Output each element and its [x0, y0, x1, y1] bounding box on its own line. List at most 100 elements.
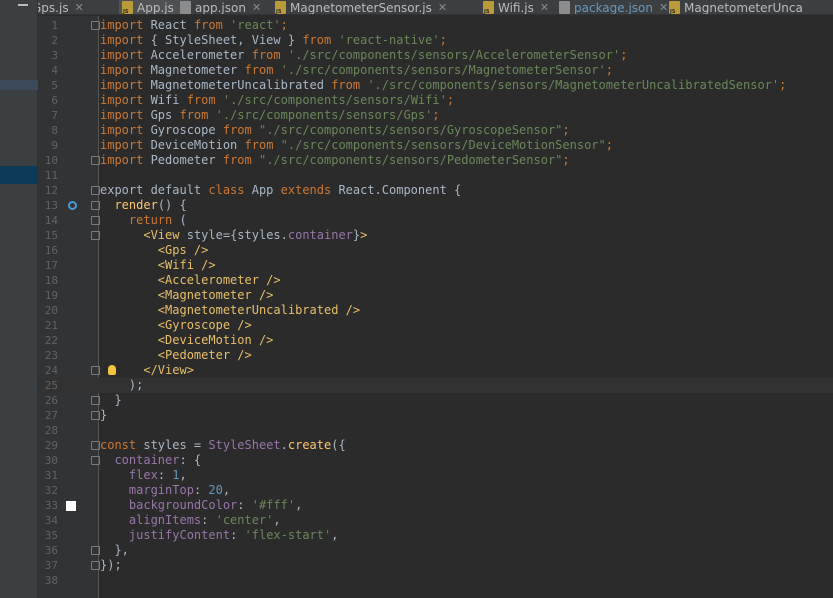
line-number[interactable]: 26	[38, 393, 58, 408]
tab-gps-js[interactable]: Gps.js ✕	[38, 0, 84, 15]
close-tab-icon[interactable]: ✕	[75, 1, 84, 14]
tab-magnetometersensor-js[interactable]: MagnetometerSensor.js ✕	[272, 0, 447, 14]
fold-toggle-icon[interactable]	[91, 21, 100, 30]
line-number[interactable]: 17	[38, 258, 58, 273]
line-number[interactable]: 19	[38, 288, 58, 303]
code-line[interactable]: 38	[38, 573, 833, 588]
line-number[interactable]: 22	[38, 333, 58, 348]
code-line[interactable]: 8 import Gyroscope from "./src/components…	[38, 123, 833, 138]
line-number[interactable]: 34	[38, 513, 58, 528]
line-number[interactable]: 21	[38, 318, 58, 333]
project-tree-active-item[interactable]	[0, 166, 38, 184]
fold-toggle-icon[interactable]	[91, 411, 100, 420]
line-number[interactable]: 31	[38, 468, 58, 483]
code-line[interactable]: 11	[38, 168, 833, 183]
color-swatch-icon[interactable]	[66, 501, 76, 511]
line-number[interactable]: 27	[38, 408, 58, 423]
code-line[interactable]: 5 import MagnetometerUncalibrated from '.…	[38, 78, 833, 93]
line-number[interactable]: 37	[38, 558, 58, 573]
fold-toggle-icon[interactable]	[91, 561, 100, 570]
code-line[interactable]: 13 render() {	[38, 198, 833, 213]
close-tab-icon[interactable]: ✕	[252, 1, 261, 14]
code-line[interactable]: 19 <Magnetometer />	[38, 288, 833, 303]
line-number[interactable]: 24	[38, 363, 58, 378]
override-method-icon[interactable]	[68, 201, 77, 210]
code-line[interactable]: 6 import Wifi from './src/components/sens…	[38, 93, 833, 108]
code-line[interactable]: 4 import Magnetometer from './src/compone…	[38, 63, 833, 78]
code-line[interactable]: 18 <Accelerometer />	[38, 273, 833, 288]
tab-wifi-js[interactable]: Wifi.js ✕	[480, 0, 549, 14]
tab-magnetometerunca[interactable]: MagnetometerUnca	[666, 0, 803, 14]
code-line[interactable]: 37});	[38, 558, 833, 573]
line-number[interactable]: 2	[38, 33, 58, 48]
fold-toggle-icon[interactable]	[91, 546, 100, 555]
code-line[interactable]: 20 <MagnetometerUncalibrated />	[38, 303, 833, 318]
line-number[interactable]: 23	[38, 348, 58, 363]
code-line[interactable]: 2 import { StyleSheet, View } from 'react…	[38, 33, 833, 48]
line-number[interactable]: 20	[38, 303, 58, 318]
line-number[interactable]: 6	[38, 93, 58, 108]
fold-toggle-icon[interactable]	[91, 231, 100, 240]
code-line[interactable]: 14 return (	[38, 213, 833, 228]
line-number[interactable]: 30	[38, 453, 58, 468]
code-line[interactable]: 7 import Gps from './src/components/senso…	[38, 108, 833, 123]
line-number[interactable]: 12	[38, 183, 58, 198]
line-number[interactable]: 7	[38, 108, 58, 123]
fold-toggle-icon[interactable]	[91, 201, 100, 210]
tab-app-json[interactable]: app.json ✕	[177, 0, 261, 14]
fold-toggle-icon[interactable]	[91, 396, 100, 405]
line-number[interactable]: 16	[38, 243, 58, 258]
line-number[interactable]: 10	[38, 153, 58, 168]
fold-toggle-icon[interactable]	[91, 216, 100, 225]
tab-package-json[interactable]: package.json ✕	[556, 0, 668, 14]
fold-toggle-icon[interactable]	[91, 366, 100, 375]
code-line[interactable]: 1 import React from 'react';	[38, 18, 833, 33]
code-line[interactable]: 29 const styles = StyleSheet.create({	[38, 438, 833, 453]
line-number[interactable]: 4	[38, 63, 58, 78]
line-number[interactable]: 8	[38, 123, 58, 138]
line-number[interactable]: 5	[38, 78, 58, 93]
line-number[interactable]: 15	[38, 228, 58, 243]
code-line[interactable]: 30 container: {	[38, 453, 833, 468]
code-line[interactable]: 25 );	[38, 378, 833, 393]
code-line[interactable]: 27}	[38, 408, 833, 423]
code-line[interactable]: 10 import Pedometer from "./src/component…	[38, 153, 833, 168]
fold-toggle-icon[interactable]	[91, 156, 100, 165]
line-number[interactable]: 25	[38, 378, 58, 393]
line-number[interactable]: 29	[38, 438, 58, 453]
code-line[interactable]: 35 justifyContent: 'flex-start',	[38, 528, 833, 543]
line-number[interactable]: 35	[38, 528, 58, 543]
close-tab-icon[interactable]: ✕	[438, 1, 447, 14]
line-number[interactable]: 33	[38, 498, 58, 513]
code-line[interactable]: 17 <Wifi />	[38, 258, 833, 273]
code-line[interactable]: 9 import DeviceMotion from "./src/compone…	[38, 138, 833, 153]
line-number[interactable]: 11	[38, 168, 58, 183]
line-number[interactable]: 9	[38, 138, 58, 153]
fold-toggle-icon[interactable]	[91, 441, 100, 450]
code-line[interactable]: 31 flex: 1,	[38, 468, 833, 483]
code-line[interactable]: 21 <Gyroscope />	[38, 318, 833, 333]
line-number[interactable]: 32	[38, 483, 58, 498]
code-line[interactable]: 16 <Gps />	[38, 243, 833, 258]
code-line[interactable]: 28	[38, 423, 833, 438]
code-line[interactable]: 15 <View style={styles.container}>	[38, 228, 833, 243]
line-number[interactable]: 36	[38, 543, 58, 558]
collapse-panel-icon[interactable]	[18, 4, 28, 6]
line-number[interactable]: 1	[38, 18, 58, 33]
line-number[interactable]: 18	[38, 273, 58, 288]
code-line[interactable]: 23 <Pedometer />	[38, 348, 833, 363]
code-line[interactable]: 26 }	[38, 393, 833, 408]
line-number[interactable]: 28	[38, 423, 58, 438]
fold-toggle-icon[interactable]	[91, 456, 100, 465]
code-line[interactable]: 22 <DeviceMotion />	[38, 333, 833, 348]
code-line[interactable]: 34 alignItems: 'center',	[38, 513, 833, 528]
line-number[interactable]: 38	[38, 573, 58, 588]
project-tree-selection[interactable]	[0, 80, 38, 90]
code-line[interactable]: 33 backgroundColor: '#fff',	[38, 498, 833, 513]
code-line[interactable]: 24 </View>	[38, 363, 833, 378]
line-number[interactable]: 14	[38, 213, 58, 228]
code-line[interactable]: 32 marginTop: 20,	[38, 483, 833, 498]
code-line[interactable]: 3 import Accelerometer from './src/compon…	[38, 48, 833, 63]
code-line[interactable]: 36 },	[38, 543, 833, 558]
line-number[interactable]: 13	[38, 198, 58, 213]
